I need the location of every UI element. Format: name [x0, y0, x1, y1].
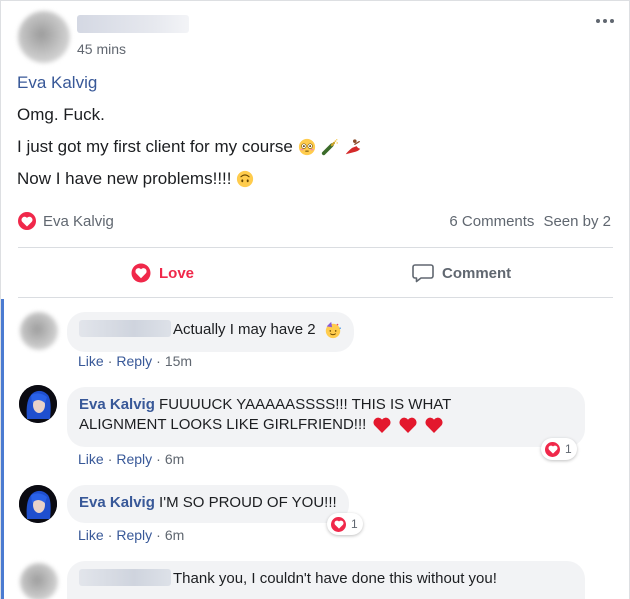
- seen-by[interactable]: Seen by 2: [543, 213, 611, 230]
- comment-button[interactable]: Comment: [412, 258, 511, 288]
- comment-bubble: Eva Kalvig I'M SO PROUD OF YOU!!!: [67, 485, 349, 523]
- champagne-emoji: [321, 139, 338, 156]
- more-options-icon[interactable]: [593, 14, 617, 28]
- love-reaction-icon: [131, 263, 151, 283]
- upside-down-face-emoji: [237, 170, 254, 188]
- love-button[interactable]: Love: [131, 258, 194, 288]
- reactor-name: Eva Kalvig: [43, 212, 114, 230]
- commenter-name-redacted[interactable]: [79, 569, 171, 586]
- comment-text: FUUUUCK YAAAAASSSS!!! THIS IS WHAT: [159, 396, 452, 413]
- like-link[interactable]: Like: [78, 451, 104, 467]
- comment-bubble: Actually I may have 2: [67, 312, 354, 352]
- author-name-redacted[interactable]: [77, 15, 189, 33]
- comment-meta: Like · Reply · 6m: [78, 451, 185, 467]
- mentioned-user[interactable]: Eva Kalvig: [17, 73, 97, 93]
- comment-text: Thank you, I couldn't have done this wit…: [173, 570, 497, 587]
- reaction-count: 1: [351, 517, 358, 531]
- comment-text: I'M SO PROUD OF YOU!!!: [159, 494, 337, 511]
- post-text-line: Omg. Fuck.: [17, 105, 105, 124]
- divider: [18, 297, 613, 298]
- flushed-emoji: [298, 138, 315, 156]
- comment-time[interactable]: 6m: [165, 451, 184, 467]
- comment-meta: Like · Reply · 6m: [78, 527, 185, 543]
- comment-text: ALIGNMENT LOOKS LIKE GIRLFRIEND!!!: [79, 416, 367, 433]
- heart-emoji: [399, 417, 417, 433]
- heart-emoji: [425, 417, 443, 433]
- love-reaction-icon: [17, 211, 37, 231]
- comment-bubble: Thank you, I couldn't have done this wit…: [67, 561, 585, 599]
- love-label: Love: [159, 264, 195, 282]
- commenter-avatar[interactable]: [20, 563, 58, 599]
- dancer-emoji: [345, 139, 361, 155]
- reactions-summary[interactable]: Eva Kalvig: [17, 211, 114, 231]
- reply-link[interactable]: Reply: [116, 527, 152, 543]
- comment-time[interactable]: 6m: [165, 527, 184, 543]
- comments-count[interactable]: 6 Comments: [449, 213, 534, 230]
- post-card: 45 mins Eva Kalvig Omg. Fuck. I just got…: [0, 0, 630, 599]
- comment-reactions[interactable]: 1: [327, 513, 363, 535]
- post-stats: 6 Comments Seen by 2: [449, 213, 611, 230]
- comment-meta: Like · Reply · 15m: [78, 353, 193, 369]
- reply-link[interactable]: Reply: [116, 451, 152, 467]
- divider: [18, 247, 613, 248]
- author-avatar[interactable]: [18, 11, 70, 63]
- reply-link[interactable]: Reply: [116, 353, 152, 369]
- reaction-count: 1: [565, 442, 572, 456]
- post-text-line: I just got my first client for my course: [17, 137, 362, 157]
- heart-emoji: [373, 417, 391, 433]
- comment-text: Actually I may have 2: [173, 321, 316, 338]
- commenter-avatar[interactable]: [20, 312, 58, 350]
- eva-avatar[interactable]: [19, 385, 57, 423]
- commenter-name-redacted[interactable]: [79, 320, 171, 337]
- like-link[interactable]: Like: [78, 353, 104, 369]
- comment-bubble: Eva Kalvig FUUUUCK YAAAAASSSS!!! THIS IS…: [67, 387, 585, 447]
- post-text-line: Now I have new problems!!!!: [17, 169, 254, 189]
- love-reaction-icon: [544, 440, 561, 458]
- post-timestamp[interactable]: 45 mins: [77, 41, 126, 57]
- like-link[interactable]: Like: [78, 527, 104, 543]
- comment-label: Comment: [442, 264, 512, 282]
- love-reaction-icon: [330, 515, 347, 533]
- commenter-name[interactable]: Eva Kalvig: [79, 494, 155, 511]
- comment-thread-indicator: [1, 299, 4, 599]
- partying-face-emoji: [325, 321, 341, 339]
- eva-avatar[interactable]: [19, 485, 57, 523]
- comment-icon: [412, 264, 434, 283]
- comment-reactions[interactable]: 1: [541, 438, 577, 460]
- comment-time[interactable]: 15m: [165, 353, 192, 369]
- commenter-name[interactable]: Eva Kalvig: [79, 396, 155, 413]
